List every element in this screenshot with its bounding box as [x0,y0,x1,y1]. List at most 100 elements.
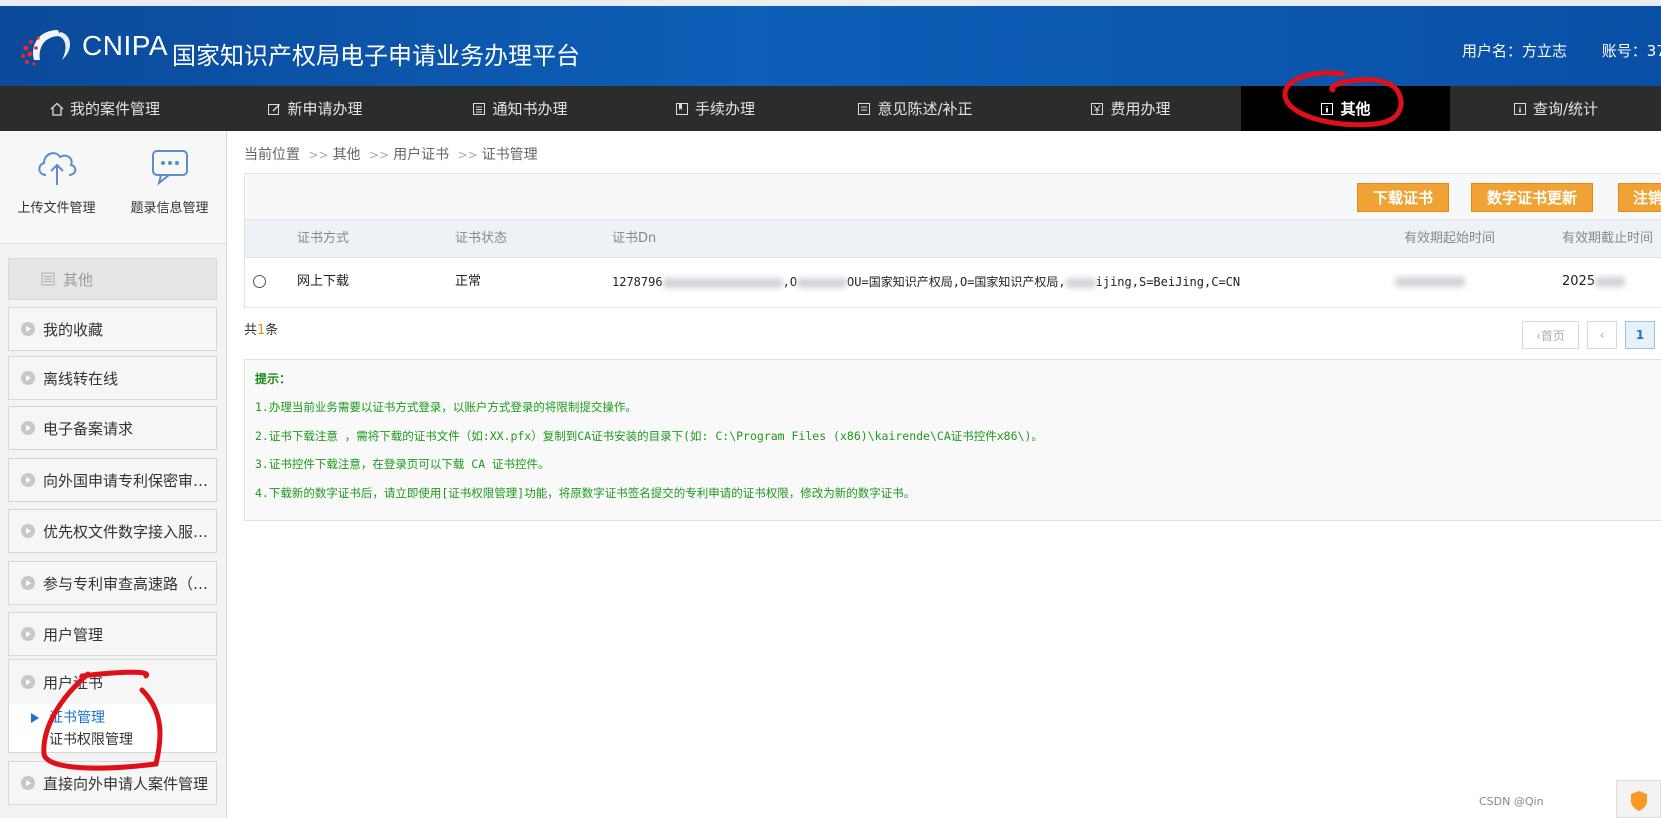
tip-line: 3.证书控件下载注意，在登录页可以下载 CA 证书控件。 [255,457,550,471]
sidebar-subitem-certificate-management[interactable]: 证书管理 [9,707,216,729]
redacted-block [1065,277,1096,288]
info-icon [1321,102,1334,115]
arrow-circle-icon [21,627,35,641]
redacted-block [1595,276,1626,287]
pagination: ‹首页 ‹ 1 [1522,321,1655,349]
sidebar-item-pph[interactable]: 参与专利审查高速路（… [8,561,217,605]
bibliographic-info-management-button[interactable]: 题录信息管理 [113,131,226,243]
yen-icon [1091,102,1104,115]
arrow-circle-icon [21,524,35,538]
sidebar-item-priority-das[interactable]: 优先权文件数字接入服… [8,509,217,553]
arrow-circle-icon [21,371,35,385]
nav-item-fees[interactable]: 费用办理 [1020,86,1241,131]
sidebar-item-label: 向外国申请专利保密审… [43,471,209,490]
tips-box: 提示： 1.办理当前业务需要以证书方式登录，以账户方式登录的将限制提交操作。 2… [244,359,1661,521]
sidebar-group-children: 证书管理 证书权限管理 [9,704,216,752]
nav-item-query-stats[interactable]: 查询/统计 [1450,86,1661,131]
dn-visible: OU=国家知识产权局,O=国家知识产权局, [847,275,1066,289]
info-icon [1513,102,1526,115]
row-select-radio[interactable] [253,275,266,288]
sidebar-group-header[interactable]: 用户证书 [9,660,216,704]
nav-label: 新申请办理 [287,100,363,118]
nav-item-other[interactable]: 其他 [1241,86,1450,131]
nav-item-notices[interactable]: 通知书办理 [420,86,620,131]
header: CNIPA 国家知识产权局电子申请业务办理平台 用户名：方立志 账号：37 [0,6,1661,86]
upload-file-management-button[interactable]: 上传文件管理 [0,131,113,243]
home-icon [50,102,64,116]
nav-item-procedures[interactable]: 手续办理 [620,86,810,131]
dn-part: 278796 [619,275,663,289]
sidebar: 上传文件管理 题录信息管理 其他 我的收藏 离线转在线 电子备案请求 向外国申请… [0,131,227,818]
chat-icon [151,150,188,186]
redacted-block [662,277,783,288]
table-header: 证书方式 证书状态 证书Dn 有效期起始时间 有效期截止时间 [245,220,1661,258]
total-count: 共1条 [244,323,279,338]
sidebar-item-label: 电子备案请求 [43,419,134,438]
arrow-circle-icon [21,675,35,689]
page-number-button[interactable]: 1 [1625,321,1655,349]
brand-name: CNIPA [82,30,168,61]
first-page-button[interactable]: ‹首页 [1522,321,1579,349]
toolbar: 下载证书 数字证书更新 注销 [245,174,1661,220]
nav-label: 手续办理 [694,100,755,118]
sidebar-item-label: 用户管理 [43,625,104,644]
cell-end-date: 2025 [1562,258,1626,306]
sidebar-item-direct-foreign-cases[interactable]: 直接向外申请人案件管理 [8,761,217,805]
tip-line: 1.办理当前业务需要以证书方式登录，以账户方式登录的将限制提交操作。 [255,400,637,414]
sidebar-item-offline-to-online[interactable]: 离线转在线 [8,356,217,400]
shield-icon [1631,791,1647,811]
table-row[interactable]: 网上下载 正常 1278796 ,O OU=国家知识产权局,O=国家知识产权局, ij… [245,258,1661,306]
update-certificate-button[interactable]: 数字证书更新 [1471,183,1593,212]
quick-tools: 上传文件管理 题录信息管理 [0,131,226,244]
sidebar-item-foreign-security-review[interactable]: 向外国申请专利保密审… [8,458,217,502]
sidebar-item-label: 离线转在线 [43,369,119,388]
cell-dn: 1278796 ,O OU=国家知识产权局,O=国家知识产权局, ijing,S=Be… [612,258,1240,306]
main-nav: 我的案件管理 新申请办理 通知书办理 手续办理 意见陈述/补正 费用办理 其他 [0,86,1661,131]
sidebar-group-user-certificate: 用户证书 证书管理 证书权限管理 [8,659,217,753]
triangle-right-icon [31,713,39,723]
tips-title: 提示： [255,372,292,386]
breadcrumb-item[interactable]: 其他 [333,147,361,163]
list-icon [473,102,486,115]
tip-line: 4.下载新的数字证书后，请立即使用[证书权限管理]功能，将原数字证书签名提交的专… [255,485,916,500]
prev-page-button[interactable]: ‹ [1587,321,1617,349]
cnipa-logo-icon [21,30,71,66]
document-icon [858,102,871,115]
bookmark-icon [675,102,688,115]
download-certificate-button[interactable]: 下载证书 [1357,183,1449,212]
column-header: 证书状态 [455,231,508,246]
username-label: 用户名：方立志 [1462,42,1568,60]
nav-item-my-cases[interactable]: 我的案件管理 [0,86,210,131]
arrow-circle-icon [21,322,35,336]
revoke-certificate-button[interactable]: 注销 [1618,183,1661,212]
nav-item-new-application[interactable]: 新申请办理 [210,86,420,131]
sidebar-item-label: 参与专利审查高速路（… [43,574,209,593]
column-header: 证书方式 [297,231,350,246]
quick-tool-label: 上传文件管理 [17,201,96,216]
list-icon [41,272,55,286]
nav-label: 费用办理 [1110,100,1171,118]
floating-corner-widget[interactable] [1616,780,1661,818]
account-label: 账号：37 [1601,42,1661,60]
breadcrumb-item[interactable]: 用户证书 [393,147,449,163]
sidebar-item-label: 直接向外申请人案件管理 [43,774,209,793]
sidebar-item-favorites[interactable]: 我的收藏 [8,307,217,351]
nav-label: 查询/统计 [1532,100,1599,118]
dn-suffix: ijing,S=BeiJing,C=CN [1095,275,1241,289]
user-info: 用户名：方立志 账号：37 [1462,40,1661,61]
sidebar-item-user-management[interactable]: 用户管理 [8,612,217,656]
sidebar-subitem-certificate-permission[interactable]: 证书权限管理 [9,729,216,751]
tip-line: 2.证书下载注意 ，需将下载的证书文件（如:XX.pfx）复制到CA证书安装的目… [255,428,1043,443]
breadcrumb: 当前位置 >> 其他 >> 用户证书 >> 证书管理 [244,147,538,163]
quick-tool-label: 题录信息管理 [130,201,209,216]
nav-label: 通知书办理 [492,100,568,118]
sidebar-item-label: 优先权文件数字接入服… [43,522,209,541]
cloud-upload-icon [37,152,76,185]
arrow-circle-icon [21,576,35,590]
cell-status: 正常 [455,274,482,289]
sidebar-item-e-filing-request[interactable]: 电子备案请求 [8,406,217,450]
dn-part: ,O [782,275,798,289]
nav-item-opinions[interactable]: 意见陈述/补正 [810,86,1020,131]
cell-method: 网上下载 [297,274,350,289]
breadcrumb-prefix: 当前位置 [244,147,300,163]
